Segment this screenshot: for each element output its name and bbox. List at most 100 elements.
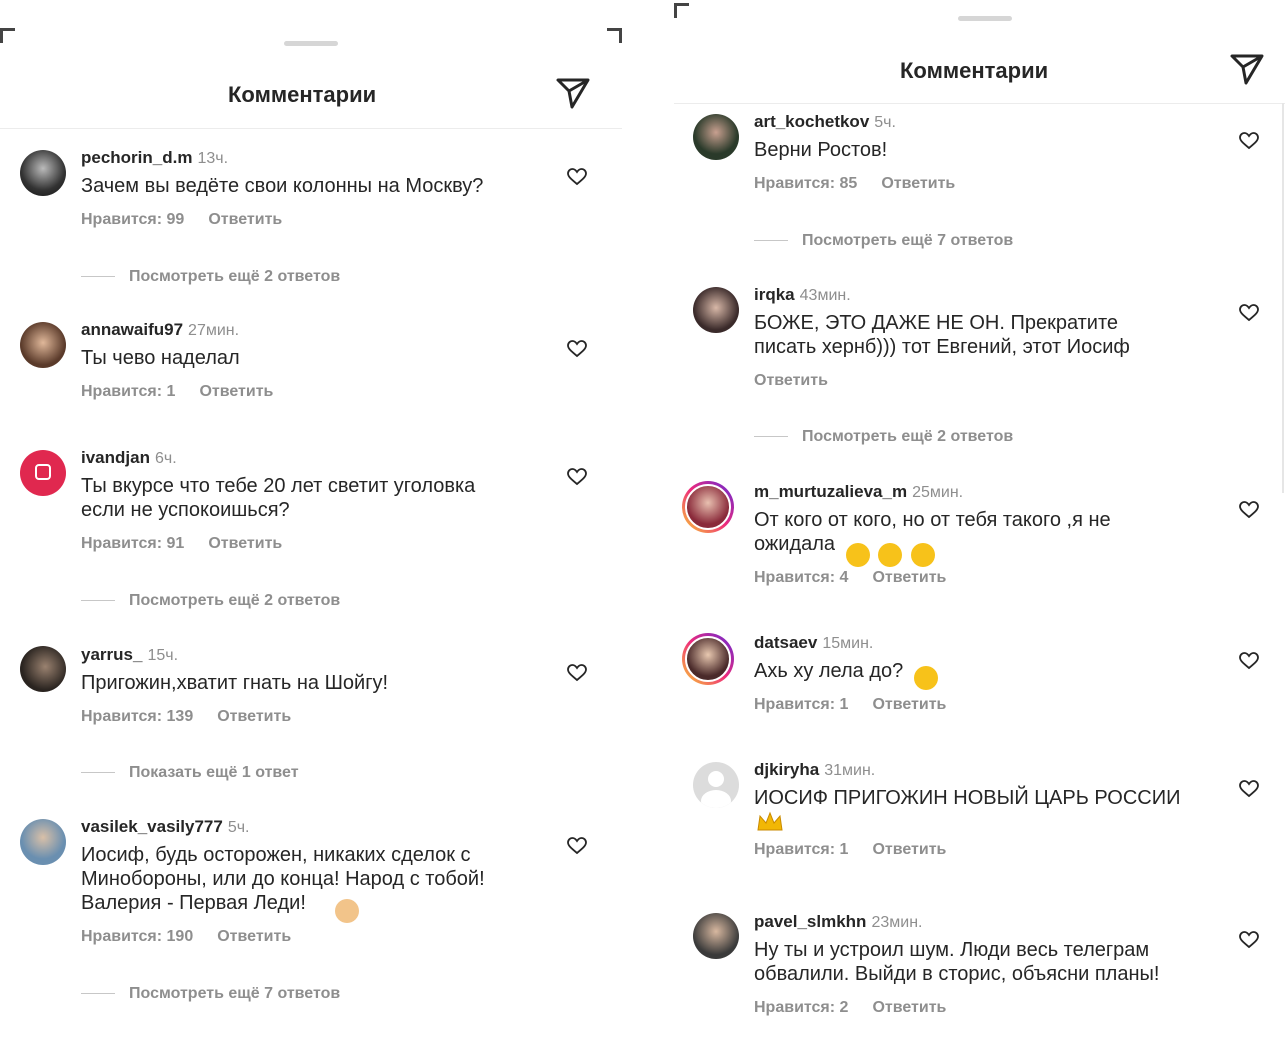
comment-text: Зачем вы ведёте свои колонны на Москву?	[81, 175, 484, 197]
like-count[interactable]: Нравится: 1	[754, 841, 848, 858]
like-count[interactable]: Нравится: 85	[754, 175, 857, 192]
reply-button[interactable]: Ответить	[872, 569, 946, 586]
comment-username[interactable]: vasilek_vasily777	[81, 817, 223, 836]
heart-icon[interactable]	[1239, 501, 1259, 519]
comments-sheet-right: Комментарии art_kochetkov 5ч. Верни Росто…	[674, 0, 1285, 1038]
reply-button[interactable]: Ответить	[872, 696, 946, 713]
heart-icon[interactable]	[1239, 652, 1259, 670]
avatar[interactable]	[20, 819, 66, 865]
comment-username[interactable]: art_kochetkov	[754, 112, 869, 131]
reply-button[interactable]: Ответить	[199, 383, 273, 400]
comment-text: Ну ты и устроил шум. Люди весь телеграм …	[754, 939, 1160, 985]
comment-username[interactable]: irqka	[754, 285, 795, 304]
sheet-title: Комментарии	[228, 82, 377, 107]
comment-text: Верни Ростов!	[754, 139, 888, 161]
view-replies-link[interactable]: Посмотреть ещё 7 ответов	[754, 232, 1013, 250]
melting-face-emoji-icon	[878, 543, 903, 567]
sheet-title: Комментарии	[900, 58, 1049, 83]
reply-button[interactable]: Ответить	[754, 372, 828, 389]
reply-button[interactable]: Ответить	[881, 175, 955, 192]
like-count[interactable]: Нравится: 2	[754, 999, 848, 1016]
like-count[interactable]: Нравится: 1	[81, 383, 175, 400]
comment-time: 43мин.	[799, 287, 851, 304]
reply-button[interactable]: Ответить	[208, 535, 282, 552]
comment-text: Ты чево наделал	[81, 347, 240, 369]
avatar-logo-icon	[35, 464, 51, 480]
avatar[interactable]	[20, 450, 66, 496]
avatar[interactable]	[20, 322, 66, 368]
view-replies-link[interactable]: Показать ещё 1 ответ	[81, 764, 299, 782]
comment-username[interactable]: pechorin_d.m	[81, 148, 192, 167]
view-replies-link[interactable]: Посмотреть ещё 2 ответов	[81, 268, 340, 286]
reply-button[interactable]: Ответить	[872, 841, 946, 858]
heart-icon[interactable]	[567, 168, 587, 186]
comment-time: 5ч.	[227, 819, 250, 836]
avatar[interactable]	[693, 287, 739, 333]
comment-time: 23мин.	[871, 914, 923, 931]
heart-icon[interactable]	[567, 468, 587, 486]
comment-time: 15мин.	[822, 635, 874, 652]
header-divider	[0, 128, 622, 129]
like-count[interactable]: Нравится: 91	[81, 535, 184, 552]
comment-username[interactable]: djkiryha	[754, 760, 819, 779]
sheet-corner	[0, 28, 15, 43]
like-count[interactable]: Нравится: 1	[754, 696, 848, 713]
comment-text: БОЖЕ, ЭТО ДАЖЕ НЕ ОН. Прекратите писать …	[754, 312, 1130, 358]
reply-button[interactable]: Ответить	[208, 211, 282, 228]
reply-button[interactable]: Ответить	[217, 928, 291, 945]
comment-username[interactable]: m_murtuzalieva_m	[754, 482, 907, 501]
heart-icon[interactable]	[1239, 304, 1259, 322]
comment-username[interactable]: pavel_slmkhn	[754, 912, 866, 931]
replies-line	[754, 436, 788, 438]
view-replies-link[interactable]: Посмотреть ещё 2 ответов	[754, 428, 1013, 446]
send-icon[interactable]	[555, 76, 591, 110]
heart-icon[interactable]	[1239, 931, 1259, 949]
like-count[interactable]: Нравится: 190	[81, 928, 193, 945]
like-count[interactable]: Нравится: 139	[81, 708, 193, 725]
comment-text: Ты вкурсе что тебе 20 лет светит уголовк…	[81, 475, 476, 521]
heart-icon[interactable]	[1239, 132, 1259, 150]
heart-icon[interactable]	[1239, 780, 1259, 798]
heart-icon[interactable]	[567, 664, 587, 682]
heart-icon[interactable]	[567, 340, 587, 358]
comment-item: vasilek_vasily777 5ч. Иосиф, будь осторож…	[81, 817, 485, 946]
replies-line	[754, 240, 788, 242]
avatar[interactable]	[693, 913, 739, 959]
comment-text: Иосиф, будь осторожен, никаких сделок с …	[81, 844, 485, 914]
comment-username[interactable]: yarrus_	[81, 645, 142, 664]
comment-item: djkiryha 31мин. ИОСИФ ПРИГОЖИН НОВЫЙ ЦАРЬ…	[754, 760, 1181, 859]
reply-button[interactable]: Ответить	[217, 708, 291, 725]
comment-username[interactable]: ivandjan	[81, 448, 150, 467]
avatar-story-ring[interactable]	[682, 633, 734, 685]
scrollbar[interactable]	[1282, 103, 1284, 493]
comment-time: 5ч.	[874, 114, 896, 131]
like-count[interactable]: Нравится: 4	[754, 569, 848, 586]
avatar-default[interactable]	[693, 762, 739, 808]
drag-handle[interactable]	[284, 41, 338, 46]
view-replies-link[interactable]: Посмотреть ещё 7 ответов	[81, 985, 340, 1003]
avatar[interactable]	[20, 150, 66, 196]
avatar[interactable]	[20, 646, 66, 692]
comment-item: ivandjan 6ч. Ты вкурсе что тебе 20 лет св…	[81, 448, 475, 553]
send-icon[interactable]	[1229, 52, 1265, 86]
view-replies-link[interactable]: Посмотреть ещё 2 ответов	[81, 592, 340, 610]
avatar-story-ring[interactable]	[682, 481, 734, 533]
comment-username[interactable]: datsaev	[754, 633, 817, 652]
surprised-face-emoji-icon	[914, 666, 938, 690]
header-divider	[674, 103, 1285, 104]
comment-item: pechorin_d.m 13ч. Зачем вы ведёте свои ко…	[81, 148, 483, 229]
comment-item: pavel_slmkhn 23мин. Ну ты и устроил шум. …	[754, 912, 1159, 1017]
heart-icon[interactable]	[567, 837, 587, 855]
comment-item: art_kochetkov 5ч. Верни Ростов! Нравится:…	[754, 112, 955, 193]
like-count[interactable]: Нравится: 99	[81, 211, 184, 228]
replies-line	[81, 772, 115, 774]
comment-text: Пригожин,хватит гнать на Шойгу!	[81, 672, 389, 694]
comment-username[interactable]: annawaifu97	[81, 320, 183, 339]
comment-time: 25мин.	[912, 484, 964, 501]
reply-button[interactable]: Ответить	[872, 999, 946, 1016]
melting-face-emoji-icon	[846, 543, 870, 567]
default-user-icon	[708, 771, 724, 787]
avatar[interactable]	[693, 114, 739, 160]
drag-handle[interactable]	[958, 16, 1012, 21]
comment-item: m_murtuzalieva_m 25мин. От кого от кого, …	[754, 482, 1111, 587]
